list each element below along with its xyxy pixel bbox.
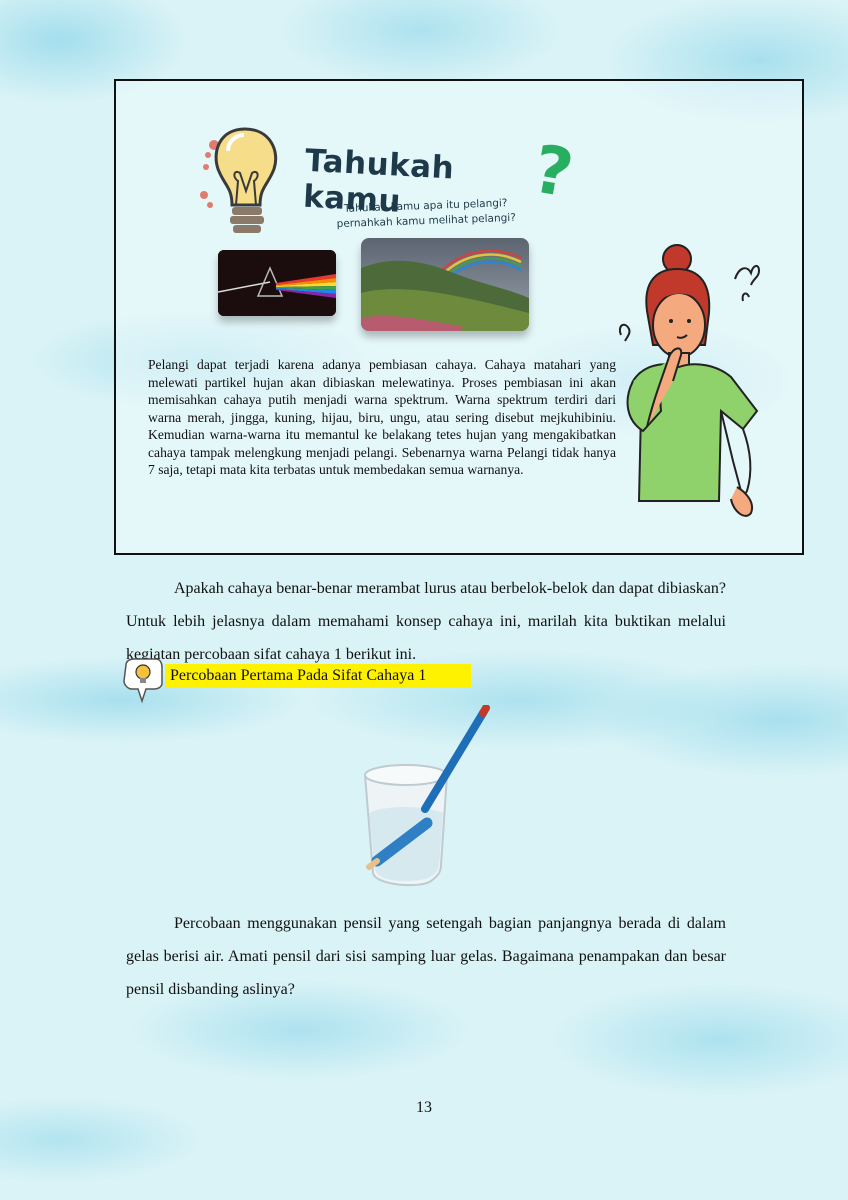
page-number: 13 <box>416 1099 432 1116</box>
section-heading: Percobaan Pertama Pada Sifat Cahaya 1 <box>165 664 471 688</box>
idea-callout-icon <box>123 658 163 704</box>
lightbulb-icon <box>200 127 278 233</box>
prism-photo <box>218 250 336 316</box>
rainbow-photo <box>361 238 529 331</box>
info-box: Tahukah kamu ? Tahukah kamu apa itu pela… <box>114 79 804 555</box>
info-paragraph: Pelangi dapat terjadi karena adanya pemb… <box>148 357 616 477</box>
box-subtitle: Tahukah kamu apa itu pelangi? pernahkah … <box>316 195 537 233</box>
thinking-person-illustration <box>619 244 761 517</box>
body-paragraph-1: Apakah cahaya benar-benar merambat lurus… <box>126 580 726 663</box>
pencil-in-glass-illustration <box>363 705 490 887</box>
body-paragraph-2: Percobaan menggunakan pensil yang seteng… <box>126 915 726 998</box>
